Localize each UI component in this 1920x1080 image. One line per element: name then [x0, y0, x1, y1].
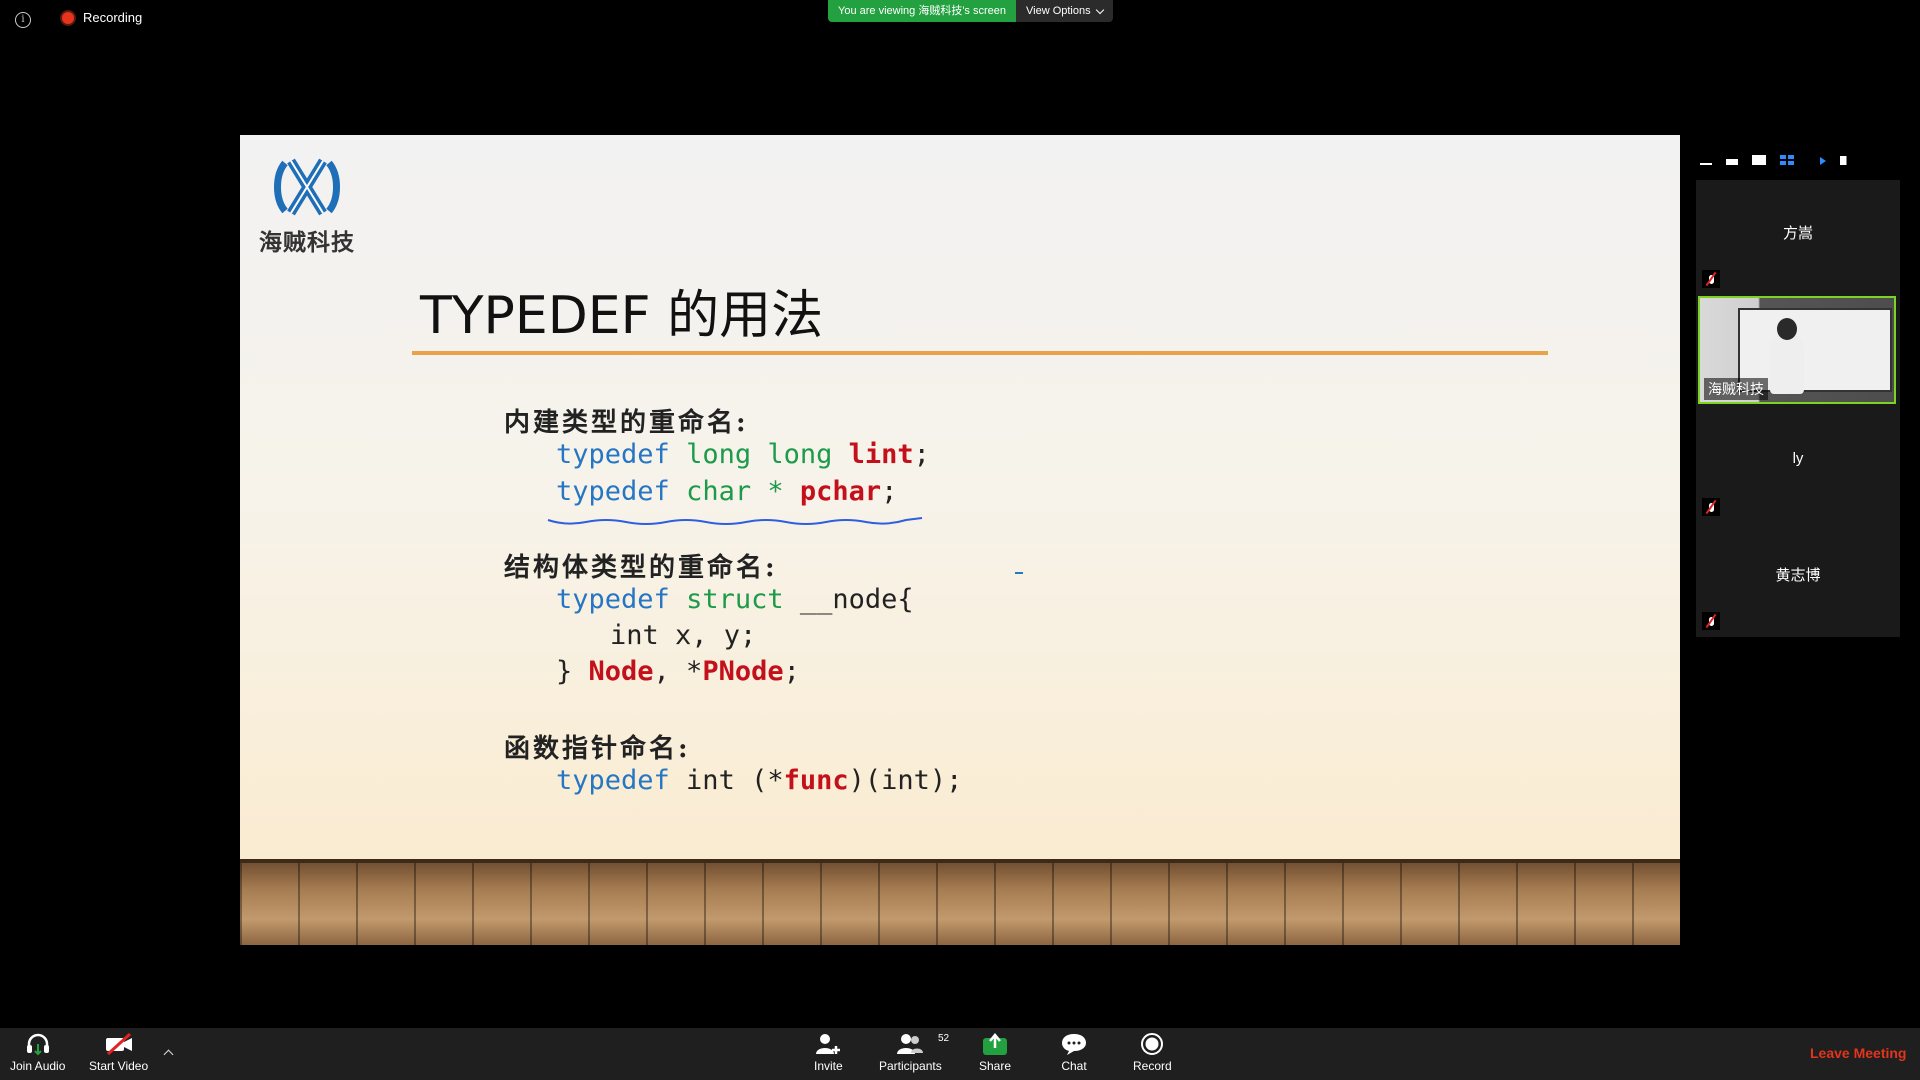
meeting-info-icon[interactable]: i [15, 12, 31, 28]
shared-screen-slide: 海贼科技 TYPEDEF 的用法 内建类型的重命名: typedef long … [240, 135, 1680, 945]
active-speaker-view-icon[interactable] [1752, 155, 1766, 165]
participant-tile[interactable]: ly [1696, 408, 1900, 520]
code-token: long long [686, 439, 833, 470]
exit-fullscreen-icon[interactable] [1840, 156, 1853, 165]
active-speaker-video[interactable]: 海贼科技 [1698, 296, 1896, 404]
slide-title: TYPEDEF 的用法 [420, 286, 824, 346]
code-token: lint [848, 439, 914, 470]
participant-name: 方嵩 [1782, 225, 1813, 242]
company-logo: 海贼科技 [252, 153, 362, 257]
code-token: typedef [556, 584, 670, 615]
code-line-fields: int x, y; [610, 620, 756, 651]
code-token: __node{ [783, 584, 914, 615]
start-video-button[interactable]: Start Video [89, 1032, 148, 1073]
chevron-down-icon [1095, 5, 1104, 14]
code-token: PNode [702, 656, 784, 687]
next-page-icon[interactable] [1820, 157, 1826, 165]
participant-name: 黄志博 [1775, 567, 1821, 584]
invite-button[interactable]: Invite [814, 1032, 843, 1073]
wooden-floor-decoration [240, 859, 1680, 945]
muted-mic-icon [1702, 270, 1720, 288]
code-line-lint: typedef long long lint; [556, 439, 930, 470]
code-token: typedef [556, 439, 670, 470]
share-label: Share [979, 1059, 1012, 1073]
logo-x-icon [274, 158, 340, 216]
code-token: Node [588, 656, 654, 687]
chat-button[interactable]: Chat [1060, 1032, 1088, 1073]
muted-mic-icon [1702, 612, 1720, 630]
annotation-mark [1015, 572, 1023, 574]
chat-bubble-icon [1062, 1034, 1086, 1055]
code-token: char * [686, 476, 784, 507]
participants-count-badge: 52 [938, 1033, 950, 1044]
code-token: ; [881, 476, 898, 507]
code-line-struct: typedef struct __node{ [556, 584, 914, 615]
viewing-screen-label: You are viewing 海贼科技's screen [828, 0, 1016, 22]
code-token: int (* [669, 765, 784, 796]
title-underline [412, 351, 1548, 355]
annotation-underline [547, 517, 923, 525]
record-icon [1141, 1033, 1164, 1055]
strip-view-icon[interactable] [1726, 159, 1738, 165]
participant-tile[interactable]: 方嵩 [1696, 180, 1900, 292]
leave-meeting-button[interactable]: Leave Meeting [1810, 1045, 1906, 1061]
recording-indicator: Recording [62, 10, 142, 25]
join-audio-label: Join Audio [10, 1059, 66, 1073]
record-button[interactable]: Record [1133, 1032, 1172, 1073]
code-token: , * [653, 656, 703, 687]
participants-button[interactable]: Participants [879, 1032, 942, 1073]
participants-label: Participants [879, 1059, 942, 1073]
screen-share-banner: You are viewing 海贼科技's screen View Optio… [828, 0, 1113, 22]
participants-icon [897, 1034, 924, 1054]
code-token: typedef [556, 765, 670, 796]
invite-label: Invite [814, 1059, 843, 1073]
participant-name: 海贼科技 [1704, 378, 1768, 400]
logo-text: 海贼科技 [259, 229, 355, 256]
view-options-label: View Options [1026, 5, 1091, 17]
recording-label: Recording [83, 10, 143, 25]
code-token: )(int); [848, 765, 963, 796]
join-audio-button[interactable]: Join Audio [10, 1032, 65, 1073]
chat-label: Chat [1061, 1059, 1087, 1073]
code-token: struct [686, 584, 784, 615]
record-label: Record [1133, 1059, 1172, 1073]
code-token: typedef [556, 476, 670, 507]
speaker-figure [1770, 334, 1804, 394]
recording-dot-icon [62, 11, 74, 24]
gallery-view-icon[interactable] [1780, 155, 1794, 165]
participant-video-panel: 方嵩 ly 黄志博 [1696, 180, 1900, 637]
share-screen-icon [983, 1033, 1008, 1055]
start-video-label: Start Video [89, 1059, 149, 1073]
muted-mic-icon [1702, 498, 1720, 516]
code-line-func: typedef int (*func)(int); [556, 765, 962, 796]
code-line-node: } Node, *PNode; [556, 656, 800, 687]
code-line-pchar: typedef char * pchar; [556, 476, 897, 507]
view-options-button[interactable]: View Options [1016, 0, 1113, 22]
invite-icon [816, 1034, 841, 1054]
minimize-videos-icon[interactable] [1700, 163, 1712, 165]
speaker-head [1777, 318, 1797, 340]
code-token: func [783, 765, 849, 796]
meeting-toolbar [0, 1028, 1920, 1080]
video-off-icon [105, 1032, 132, 1056]
share-button[interactable]: Share [979, 1032, 1011, 1073]
code-token: } [556, 656, 589, 687]
participant-tile[interactable]: 黄志博 [1696, 522, 1900, 634]
code-token: pchar [799, 476, 882, 507]
code-token: ; [913, 439, 930, 470]
participant-name: ly [1792, 450, 1804, 467]
code-token: ; [783, 656, 800, 687]
code-token: int x, y; [610, 620, 757, 651]
section-label-builtin: 内建类型的重命名: [504, 408, 749, 438]
headphones-icon [26, 1033, 49, 1056]
video-layout-switcher [1700, 155, 1853, 165]
section-label-funcptr: 函数指针命名: [504, 734, 691, 764]
section-label-struct: 结构体类型的重命名: [504, 553, 778, 583]
